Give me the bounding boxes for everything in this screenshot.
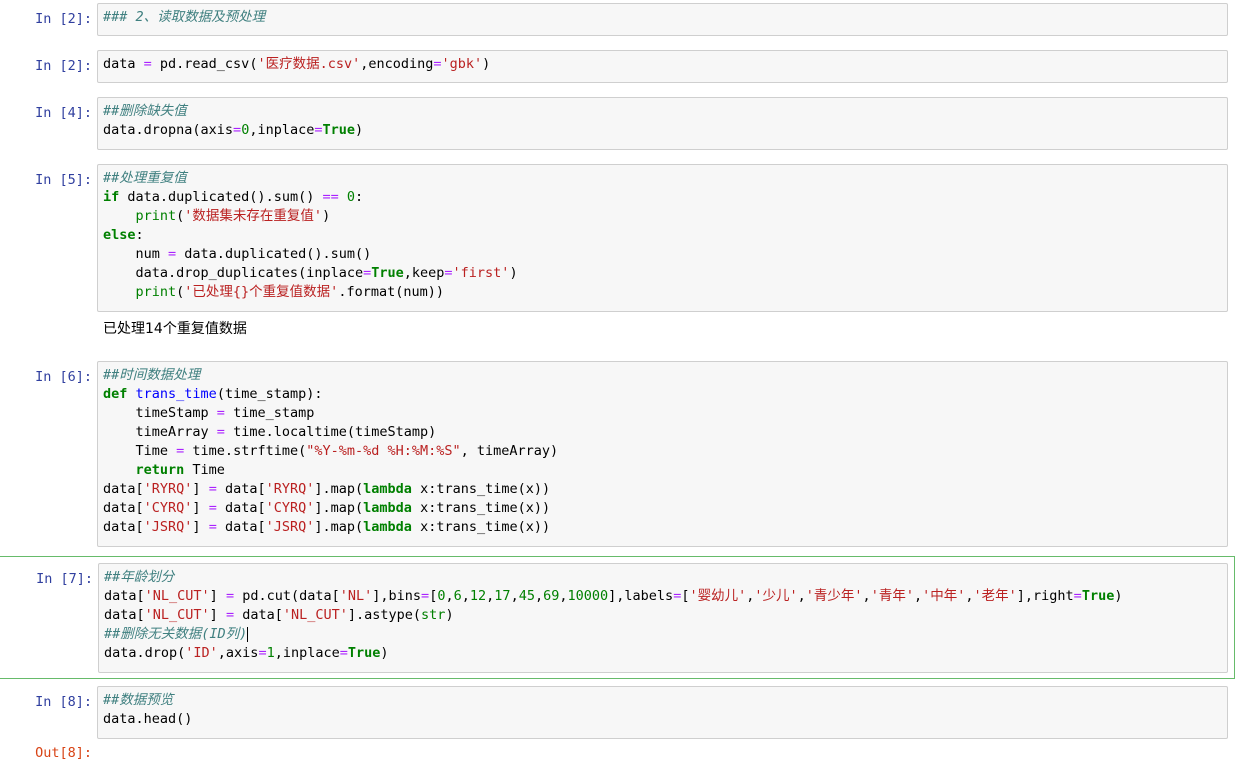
code-line: num = data.duplicated().sum()	[103, 246, 372, 262]
code-line: ##时间数据处理	[103, 367, 201, 383]
cell-prompt: In [8]:	[35, 694, 92, 710]
text-cursor	[247, 626, 249, 642]
code-line: ##删除无关数据(ID列)	[104, 626, 249, 642]
cell-prompt: In [6]:	[35, 369, 92, 385]
notebook-cell-2[interactable]: In [2]: data = pd.read_csv('医疗数据.csv',en…	[0, 50, 1234, 84]
code-line: print('已处理{}个重复值数据'.format(num))	[135, 284, 444, 300]
code-line: def trans_time(time_stamp):	[103, 386, 323, 402]
code-editor[interactable]: ##删除缺失值 data.dropna(axis=0,inplace=True)	[97, 97, 1228, 150]
notebook-cell-3[interactable]: In [4]: ##删除缺失值 data.dropna(axis=0,inpla…	[0, 97, 1234, 151]
code-editor[interactable]: ### 2、读取数据及预处理	[97, 3, 1228, 36]
code-line: data['NL_CUT'] = data['NL_CUT'].astype(s…	[104, 607, 454, 623]
code-editor[interactable]: data = pd.read_csv('医疗数据.csv',encoding='…	[97, 50, 1228, 83]
code-line: data.drop_duplicates(inplace=True,keep='…	[103, 265, 518, 281]
code-line: data.head()	[103, 711, 193, 727]
output-prompt: Out[8]:	[35, 745, 92, 761]
code-line: data = pd.read_csv('医疗数据.csv',encoding='…	[103, 56, 491, 72]
notebook-cell-6-selected[interactable]: In [7]: ##年龄划分 data['NL_CUT'] = pd.cut(d…	[0, 556, 1235, 679]
code-editor[interactable]: ##年龄划分 data['NL_CUT'] = pd.cut(data['NL'…	[98, 563, 1228, 673]
code-line: if data.duplicated().sum() == 0:	[103, 189, 364, 205]
code-line: else:	[103, 227, 144, 243]
code-line: timeArray = time.localtime(timeStamp)	[103, 424, 437, 440]
code-line: return Time	[135, 462, 225, 478]
code-line: print('数据集未存在重复值')	[135, 208, 331, 224]
notebook-cell-1[interactable]: In [2]: ### 2、读取数据及预处理	[0, 3, 1234, 37]
notebook-cell-5[interactable]: In [6]: ##时间数据处理 def trans_time(time_sta…	[0, 361, 1234, 548]
code-line: data.dropna(axis=0,inplace=True)	[103, 122, 364, 138]
code-editor[interactable]: ##数据预览 data.head()	[97, 686, 1228, 739]
code-line: ##数据预览	[103, 692, 174, 708]
code-line: Time = time.strftime("%Y-%m-%d %H:%M:%S"…	[103, 443, 559, 459]
code-line: data['JSRQ'] = data['JSRQ'].map(lambda x…	[103, 519, 551, 535]
cell-output: 已处理14个重复值数据	[103, 321, 247, 337]
code-line: data.drop('ID',axis=1,inplace=True)	[104, 645, 389, 661]
code-line: data['NL_CUT'] = pd.cut(data['NL'],bins=…	[104, 588, 1123, 604]
code-line: data['CYRQ'] = data['CYRQ'].map(lambda x…	[103, 500, 551, 516]
code-line: ##删除缺失值	[103, 103, 187, 119]
code-line: timeStamp = time_stamp	[103, 405, 315, 421]
code-line: ##处理重复值	[103, 170, 187, 186]
cell-prompt: In [2]:	[35, 11, 92, 27]
code-editor[interactable]: ##处理重复值 if data.duplicated().sum() == 0:…	[97, 164, 1228, 312]
cell-prompt: In [2]:	[35, 58, 92, 74]
code-line: ### 2、读取数据及预处理	[103, 9, 266, 25]
code-editor[interactable]: ##时间数据处理 def trans_time(time_stamp): tim…	[97, 361, 1228, 547]
cell-prompt: In [7]:	[36, 571, 93, 587]
code-line: ##年龄划分	[104, 569, 175, 585]
notebook-cell-7[interactable]: In [8]: ##数据预览 data.head()	[0, 686, 1234, 746]
cell-prompt: In [4]:	[35, 105, 92, 121]
code-line: data['RYRQ'] = data['RYRQ'].map(lambda x…	[103, 481, 551, 497]
notebook-cell-4[interactable]: In [5]: ##处理重复值 if data.duplicated().sum…	[0, 164, 1234, 344]
cell-prompt: In [5]:	[35, 172, 92, 188]
